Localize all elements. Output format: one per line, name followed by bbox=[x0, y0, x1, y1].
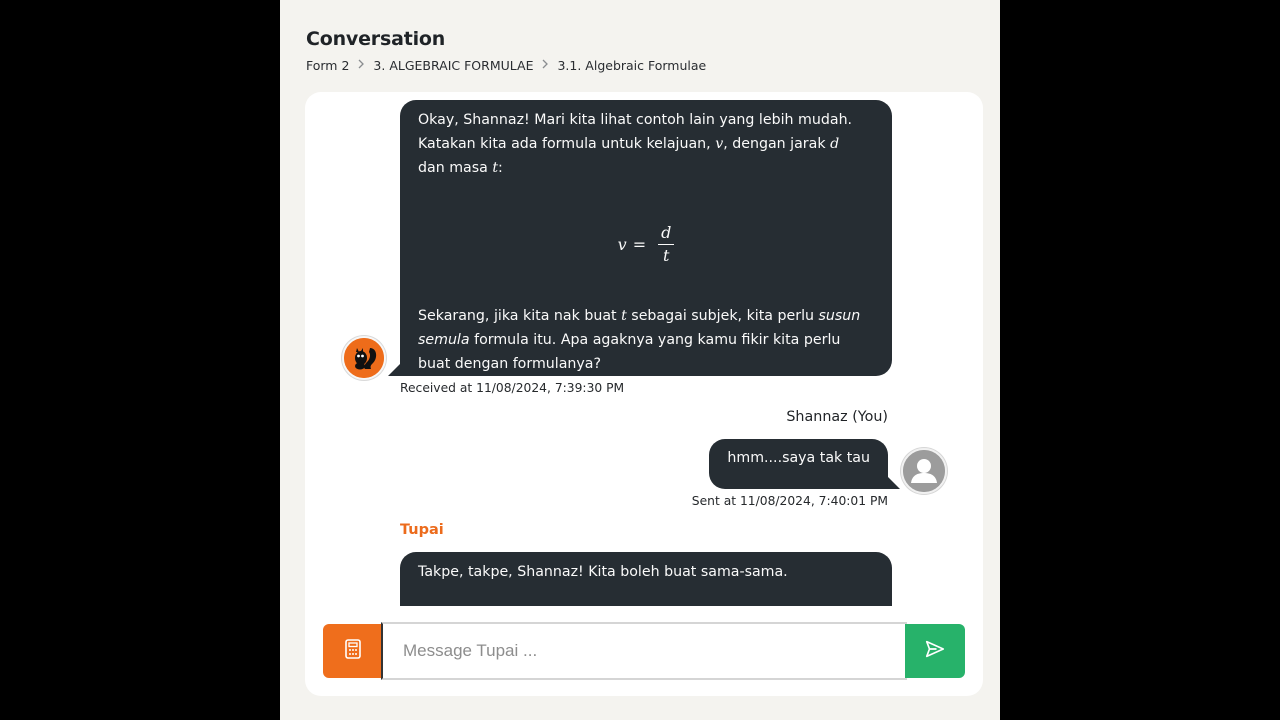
math-variable: d bbox=[830, 136, 840, 152]
formula-fraction: d t bbox=[658, 222, 675, 267]
sender-name: Shannaz (You) bbox=[786, 409, 888, 425]
breadcrumb: Form 2 3. ALGEBRAIC FORMULAE 3.1. Algebr… bbox=[306, 57, 706, 73]
bot-message-bubble: Okay, Shannaz! Mari kita lihat contoh la… bbox=[388, 100, 892, 376]
message-text: sebagai subjek, kita perlu bbox=[626, 308, 819, 324]
message-text: Katakan kita ada formula untuk kelajuan, bbox=[418, 136, 716, 152]
message-composer bbox=[323, 622, 965, 680]
squirrel-icon bbox=[342, 336, 386, 380]
calculator-button[interactable] bbox=[323, 624, 383, 678]
send-icon bbox=[924, 638, 946, 664]
message-text: , dengan jarak bbox=[723, 136, 831, 152]
bot-message-bubble: Takpe, takpe, Shannaz! Kita boleh buat s… bbox=[400, 552, 892, 606]
breadcrumb-item-chapter[interactable]: 3. ALGEBRAIC FORMULAE bbox=[373, 58, 533, 73]
chevron-right-icon bbox=[349, 58, 373, 73]
formula-lhs: v bbox=[617, 234, 627, 254]
fraction-numerator: d bbox=[658, 222, 675, 245]
emphasis-text: susun bbox=[818, 308, 861, 324]
breadcrumb-item-form[interactable]: Form 2 bbox=[306, 58, 349, 73]
message-text: : bbox=[498, 160, 503, 176]
message-paragraph: Sekarang, jika kita nak buat t sebagai s… bbox=[418, 304, 878, 376]
app-window: Conversation Form 2 3. ALGEBRAIC FORMULA… bbox=[280, 0, 1000, 720]
emphasis-text: semula bbox=[418, 332, 470, 348]
formula-equals: = bbox=[632, 234, 647, 254]
message-text-line: dan masa t: bbox=[418, 156, 874, 180]
calculator-icon bbox=[344, 639, 362, 663]
message-text-line: Sekarang, jika kita nak buat t sebagai s… bbox=[418, 304, 878, 328]
message-text: Sekarang, jika kita nak buat bbox=[418, 308, 622, 324]
message-text-line: Katakan kita ada formula untuk kelajuan,… bbox=[418, 132, 874, 156]
breadcrumb-item-topic[interactable]: 3.1. Algebraic Formulae bbox=[557, 58, 706, 73]
chevron-right-icon bbox=[533, 58, 557, 73]
message-timestamp: Received at 11/08/2024, 7:39:30 PM bbox=[400, 381, 625, 395]
message-timestamp: Sent at 11/08/2024, 7:40:01 PM bbox=[691, 494, 888, 508]
sender-name: Tupai bbox=[400, 522, 444, 538]
message-input[interactable] bbox=[381, 622, 907, 680]
message-text: dan masa bbox=[418, 160, 493, 176]
conversation-card: Okay, Shannaz! Mari kita lihat contoh la… bbox=[305, 92, 983, 696]
user-message-bubble: hmm....saya tak tau bbox=[709, 439, 900, 489]
math-formula: v = d t bbox=[400, 222, 892, 267]
page-title: Conversation bbox=[306, 28, 446, 50]
message-text: Okay, Shannaz! Mari kita lihat contoh la… bbox=[418, 112, 853, 128]
message-text: hmm....saya tak tau bbox=[727, 450, 870, 466]
user-icon bbox=[901, 448, 947, 494]
fraction-denominator: t bbox=[663, 246, 670, 265]
message-text-line: semula formula itu. Apa agaknya yang kam… bbox=[418, 328, 878, 352]
message-text: buat dengan formulanya? bbox=[418, 356, 602, 372]
message-list[interactable]: Okay, Shannaz! Mari kita lihat contoh la… bbox=[305, 92, 983, 606]
send-button[interactable] bbox=[905, 624, 965, 678]
message-text: formula itu. Apa agaknya yang kamu fikir… bbox=[469, 332, 841, 348]
message-text: Takpe, takpe, Shannaz! Kita boleh buat s… bbox=[418, 564, 788, 580]
